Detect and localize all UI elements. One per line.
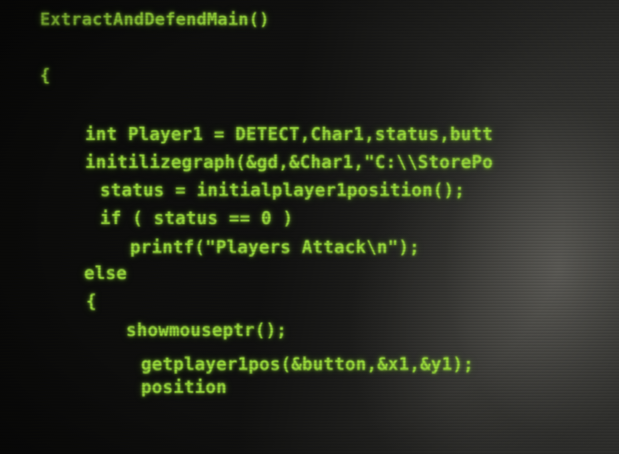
code-line-printf: printf("Players Attack\n"); <box>130 238 420 258</box>
code-line-else-brace: { <box>86 292 97 312</box>
code-line-else: else <box>84 264 127 284</box>
code-line-function-header: ExtractAndDefendMain() <box>40 10 270 30</box>
code-line-position: position <box>141 378 227 398</box>
code-line-getplayerpos: getplayer1pos(&button,&x1,&y1); <box>141 355 474 375</box>
code-line-if-condition: if ( status == 0 ) <box>100 209 294 229</box>
code-screen-photo: ExtractAndDefendMain() { int Player1 = D… <box>0 0 619 454</box>
code-line-initgraph: initilizegraph(&gd,&Char1,"C:\\StorePo <box>85 153 493 173</box>
code-line-status-assign: status = initialplayer1position(); <box>100 181 466 201</box>
code-line-showmouseptr: showmouseptr(); <box>126 321 288 341</box>
code-line-open-brace: { <box>40 66 51 86</box>
code-line-declaration: int Player1 = DETECT,Char1,status,butt <box>85 125 493 145</box>
